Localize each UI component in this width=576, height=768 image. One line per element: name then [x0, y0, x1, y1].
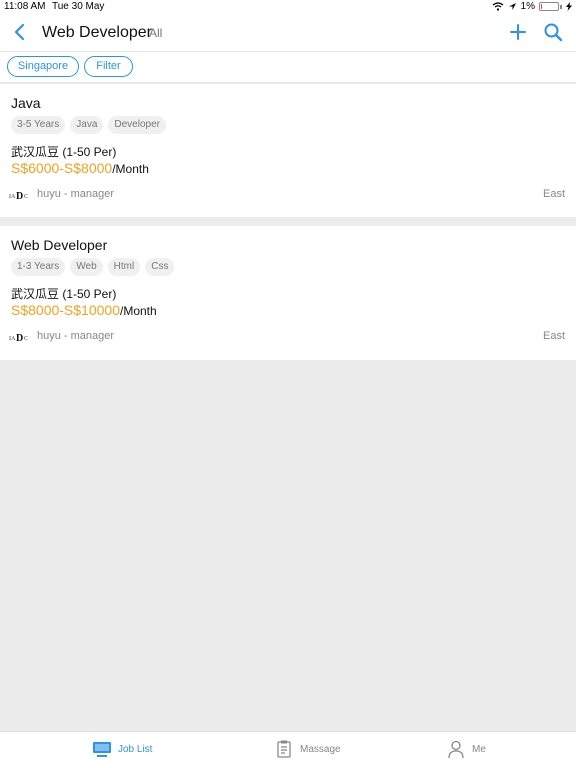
status-bar: 11:08 AM Tue 30 May 1% — [0, 0, 576, 14]
job-card[interactable]: Java 3-5 Years Java Developer 武汉瓜豆 (1-50… — [0, 84, 576, 217]
battery-nub — [560, 4, 562, 9]
job-tag: Css — [145, 258, 175, 276]
filter-chip[interactable]: Filter — [84, 56, 133, 77]
salary-range: S$6000-S$8000 — [11, 160, 113, 176]
job-tag: Java — [70, 116, 104, 134]
company-name: 武汉瓜豆 (1-50 Per) — [11, 287, 117, 301]
svg-text:C: C — [24, 336, 28, 342]
job-region: East — [542, 188, 565, 200]
filter-bar: Singapore Filter — [0, 52, 576, 83]
location-chip[interactable]: Singapore — [7, 56, 79, 77]
poster-name: huyu - manager — [37, 188, 115, 200]
battery-level — [541, 4, 542, 9]
company-logo-icon: IA D C — [9, 333, 28, 342]
svg-text:D: D — [16, 333, 23, 342]
tab-label: Me — [472, 743, 486, 755]
person-icon — [448, 740, 464, 759]
poster: IA D C huyu - manager — [9, 188, 114, 200]
salary-unit: /Month — [112, 162, 149, 176]
status-time: 11:08 AM — [4, 1, 46, 12]
page-title: Web Developer — [42, 24, 152, 41]
salary-unit: /Month — [120, 304, 157, 318]
poster: IA D C huyu - manager — [9, 330, 114, 342]
svg-text:IA: IA — [9, 194, 16, 200]
tab-bar: Job List Massage Me — [0, 731, 576, 768]
salary-range: S$8000-S$10000 — [11, 302, 120, 318]
status-date: Tue 30 May — [52, 1, 105, 12]
job-tag: Web — [70, 258, 103, 276]
add-icon[interactable] — [508, 22, 528, 42]
clipboard-icon — [277, 740, 291, 758]
tab-me[interactable]: Me — [446, 739, 486, 759]
page-subtitle: All — [149, 26, 163, 40]
company-name: 武汉瓜豆 (1-50 Per) — [11, 145, 117, 159]
location-arrow-icon — [508, 3, 516, 10]
job-tag: Developer — [108, 116, 166, 134]
tab-massage[interactable]: Massage — [274, 739, 341, 759]
battery-percent: 1% — [520, 1, 535, 12]
battery-icon — [539, 2, 559, 11]
salary: S$6000-S$8000/Month — [11, 160, 149, 176]
status-indicators: 1% — [492, 1, 572, 12]
tab-job-list[interactable]: Job List — [92, 739, 152, 759]
back-icon[interactable] — [10, 21, 30, 43]
tab-label: Job List — [118, 743, 153, 755]
job-card[interactable]: Web Developer 1-3 Years Web Html Css 武汉瓜… — [0, 226, 576, 360]
monitor-icon — [93, 742, 111, 757]
job-title: Web Developer — [11, 237, 108, 253]
search-icon[interactable] — [543, 22, 563, 42]
nav-bar: Web Developer All — [0, 14, 576, 52]
wifi-icon — [492, 2, 503, 11]
svg-text:D: D — [16, 191, 23, 200]
job-tags: 1-3 Years Web Html Css — [11, 258, 175, 276]
job-region: East — [542, 330, 565, 342]
job-tags: 3-5 Years Java Developer — [11, 116, 166, 134]
svg-text:IA: IA — [9, 336, 16, 342]
job-tag: Html — [107, 258, 141, 276]
poster-name: huyu - manager — [37, 330, 115, 342]
company-logo-icon: IA D C — [9, 191, 28, 200]
charging-icon — [566, 2, 572, 11]
svg-text:C: C — [24, 194, 28, 200]
salary: S$8000-S$10000/Month — [11, 302, 157, 318]
job-tag: 1-3 Years — [11, 258, 66, 276]
job-tag: 3-5 Years — [11, 116, 66, 134]
job-title: Java — [11, 95, 41, 111]
tab-label: Massage — [300, 743, 341, 755]
